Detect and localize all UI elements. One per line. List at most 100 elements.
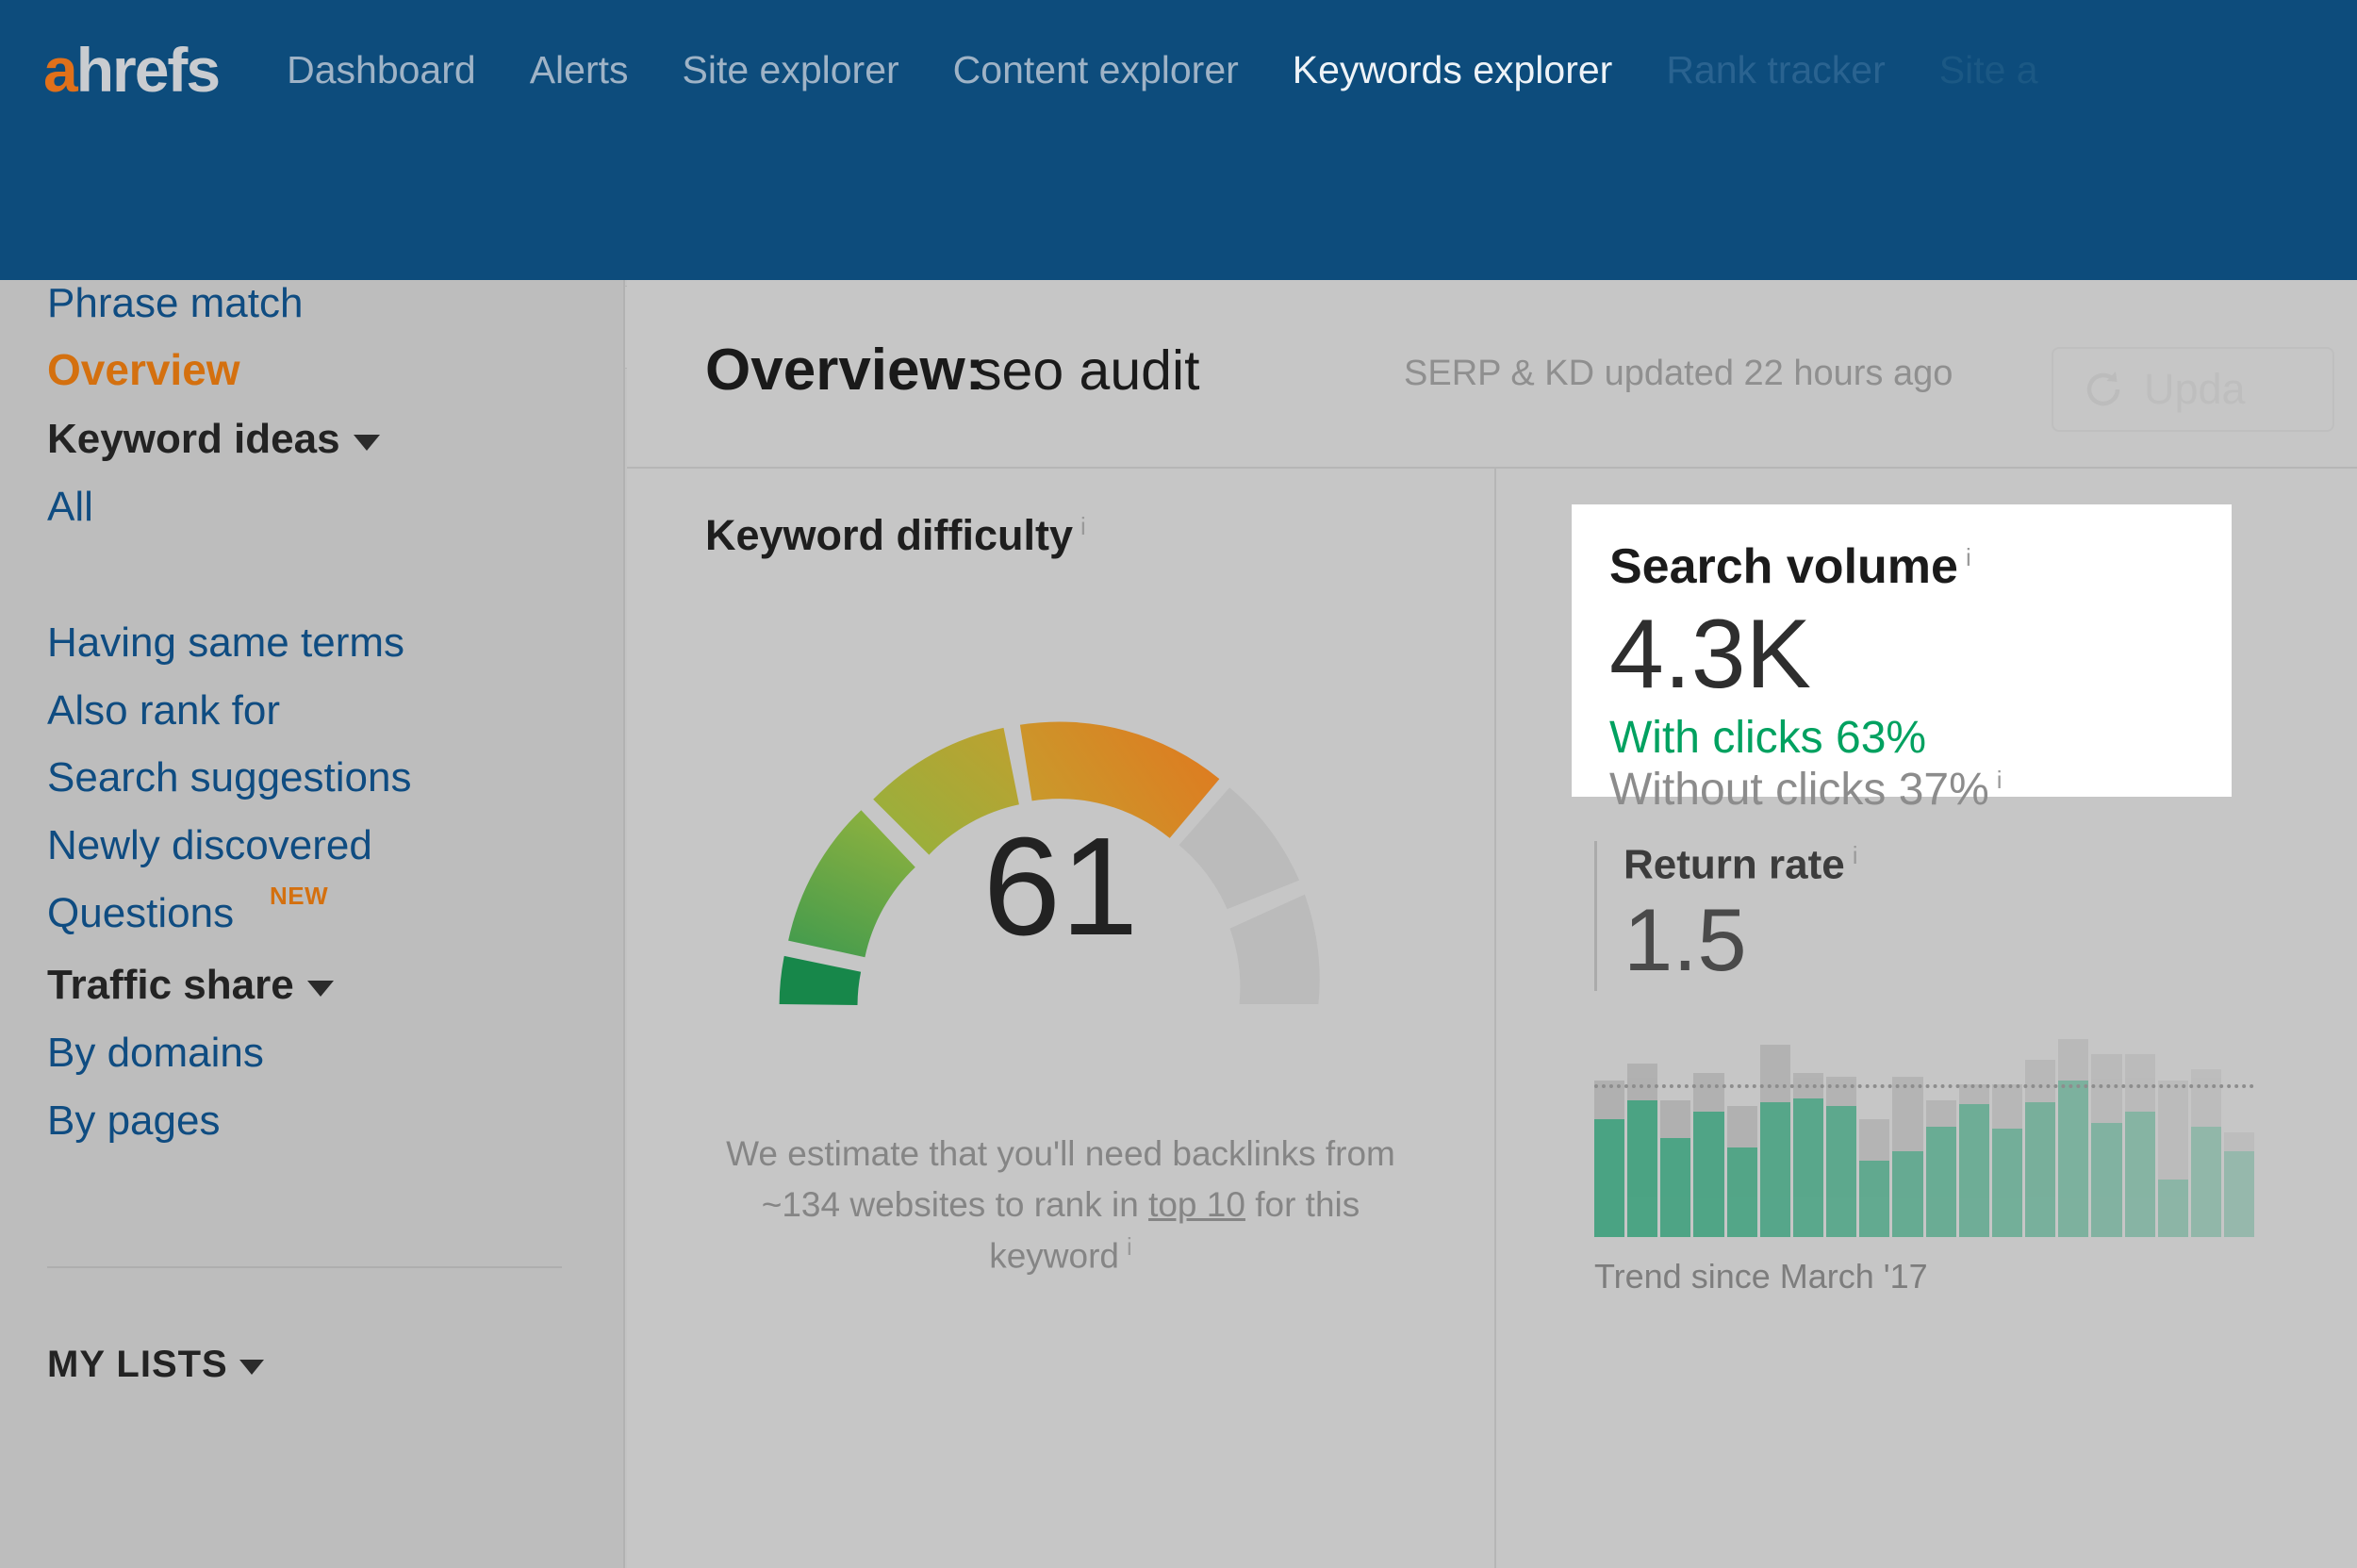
nav-items: Dashboard Alerts Site explorer Content e… [287,48,2037,92]
without-clicks-value: Without clicks 37% i [1609,764,2194,816]
trend-bar [1991,1039,2023,1237]
trend-bar-with-clicks [1726,1147,1757,1237]
trend-bar [1693,1039,1724,1237]
top-10-link[interactable]: top 10 [1148,1185,1245,1224]
trend-bar [1892,1039,1923,1237]
trend-bar-with-clicks [2025,1101,2056,1237]
trend-bar [1958,1039,1989,1237]
sidebar-item-newly-discovered[interactable]: Newly discovered [47,822,372,869]
metrics-column: Search volume i 4.3K With clicks 63% With… [1494,469,2357,1568]
trend-bar-with-clicks [1925,1126,1956,1237]
sidebar-item-overview[interactable]: Overview [47,344,240,395]
trend-bar-without-clicks [1826,1077,1857,1106]
trend-bar-with-clicks [1627,1099,1658,1237]
chevron-down-icon[interactable] [306,980,334,997]
my-lists-label: MY LISTS [47,1344,228,1385]
nav-item-keywords-explorer[interactable]: Keywords explorer [1293,48,1613,92]
update-button[interactable]: Upda [2052,347,2334,432]
trend-bar-without-clicks [1991,1084,2023,1129]
sidebar-item-by-pages[interactable]: By pages [47,1098,220,1145]
top-navigation-bar: ahrefs Dashboard Alerts Site explorer Co… [0,0,2357,369]
trend-bar-without-clicks [1759,1045,1790,1102]
trend-bar-without-clicks [2157,1081,2188,1180]
trend-bar-without-clicks [2124,1054,2155,1112]
trend-bar [2025,1039,2056,1237]
sidebar-group-traffic-share[interactable]: Traffic share [47,962,334,1009]
info-icon[interactable]: i [1127,1232,1132,1261]
nav-item-site-audit[interactable]: Site a [1939,48,2038,92]
search-row: seo audit United States 14 [0,140,2357,369]
nav-item-alerts[interactable]: Alerts [530,48,629,92]
trend-bar [2124,1039,2155,1237]
sidebar-item-all[interactable]: All [47,484,93,531]
chevron-down-icon[interactable] [239,1360,264,1375]
return-rate-value: 1.5 [1624,889,1747,989]
sidebar-item-also-rank-for[interactable]: Also rank for [47,687,280,734]
page-title: Overview: [705,338,985,403]
info-icon[interactable]: i [1966,543,1971,571]
sidebar-group-keyword-ideas[interactable]: Keyword ideas [47,416,380,463]
chevron-down-icon[interactable] [353,434,380,451]
update-button-label: Upda [2144,365,2246,413]
trend-bar-without-clicks [2025,1060,2056,1102]
trend-bar [2190,1039,2221,1237]
trend-bar-without-clicks [1859,1118,1890,1162]
keyword-difficulty-title: Keyword difficulty i [705,511,1086,560]
trend-bar [1627,1039,1658,1237]
return-rate-label: Return rate [1624,841,1845,888]
search-volume-value: 4.3K [1609,600,1811,709]
sidebar-item-search-suggestions[interactable]: Search suggestions [47,754,411,801]
search-volume-label: Search volume [1609,539,1958,594]
keyword-difficulty-panel: Keyword difficulty i 61 We estimate that… [627,469,1494,1568]
trend-bar-with-clicks [1958,1103,1989,1237]
keyword-difficulty-label: Keyword difficulty [705,511,1074,559]
trend-bar [1792,1039,1824,1237]
trend-bar [2223,1039,2255,1237]
serp-updated-status: SERP & KD updated 22 hours ago [1404,354,1953,393]
trend-bar-without-clicks [2058,1039,2089,1081]
nav-item-content-explorer[interactable]: Content explorer [953,48,1239,92]
trend-bar-with-clicks [1693,1111,1724,1237]
trend-bar-with-clicks [2157,1180,2188,1237]
trend-bar [1759,1039,1790,1237]
trend-bar-with-clicks [2124,1111,2155,1237]
trend-bar [2091,1039,2122,1237]
trend-bar [1925,1039,1956,1237]
sidebar-item-questions[interactable]: Questions [47,890,234,937]
nav-item-dashboard[interactable]: Dashboard [287,48,476,92]
trend-bar-with-clicks [2091,1122,2122,1237]
trend-bar-without-clicks [1726,1105,1757,1148]
sidebar-divider [47,1266,562,1268]
ahrefs-logo[interactable]: ahrefs [43,39,221,101]
return-rate-title: Return rate i [1624,841,2254,889]
search-volume-card: Search volume i 4.3K With clicks 63% With… [1572,504,2232,815]
sidebar-item-by-domains[interactable]: By domains [47,1030,264,1077]
trend-chart-label: Trend since March '17 [1594,1257,1928,1296]
info-icon[interactable]: i [1997,766,2003,794]
sidebar-group-label-traffic-share: Traffic share [47,962,294,1008]
keyword-difficulty-caption: We estimate that you'll need backlinks f… [712,1129,1409,1281]
trend-bar [2058,1039,2089,1237]
keyword-difficulty-gauge: 61 [740,615,1381,1067]
sidebar-item-phrase-match[interactable]: Phrase match [47,280,303,327]
trend-reference-line [1594,1084,2254,1088]
search-volume-title: Search volume i [1609,538,2194,595]
trend-bar-without-clicks [1693,1073,1724,1112]
nav-item-site-explorer[interactable]: Site explorer [683,48,899,92]
nav-item-rank-tracker[interactable]: Rank tracker [1666,48,1885,92]
with-clicks-value: With clicks 63% [1609,713,1927,764]
main-content: Overview: seo audit SERP & KD updated 22… [627,280,2357,1568]
refresh-icon [2086,371,2120,406]
page-title-keyword: seo audit [974,339,1200,402]
trend-bar-with-clicks [2190,1126,2221,1237]
new-badge: NEW [270,882,329,910]
sidebar-item-having-same-terms[interactable]: Having same terms [47,619,404,667]
info-icon[interactable]: i [1853,841,1858,869]
sidebar-item-my-lists[interactable]: MY LISTS [47,1344,264,1386]
trend-bar-with-clicks [1892,1151,1923,1237]
trend-bar-with-clicks [1792,1098,1824,1237]
return-rate-block: Return rate i 1.5 [1594,841,2254,991]
info-icon[interactable]: i [1080,512,1086,540]
trend-bar [1660,1039,1691,1237]
trend-chart [1594,1030,2255,1237]
